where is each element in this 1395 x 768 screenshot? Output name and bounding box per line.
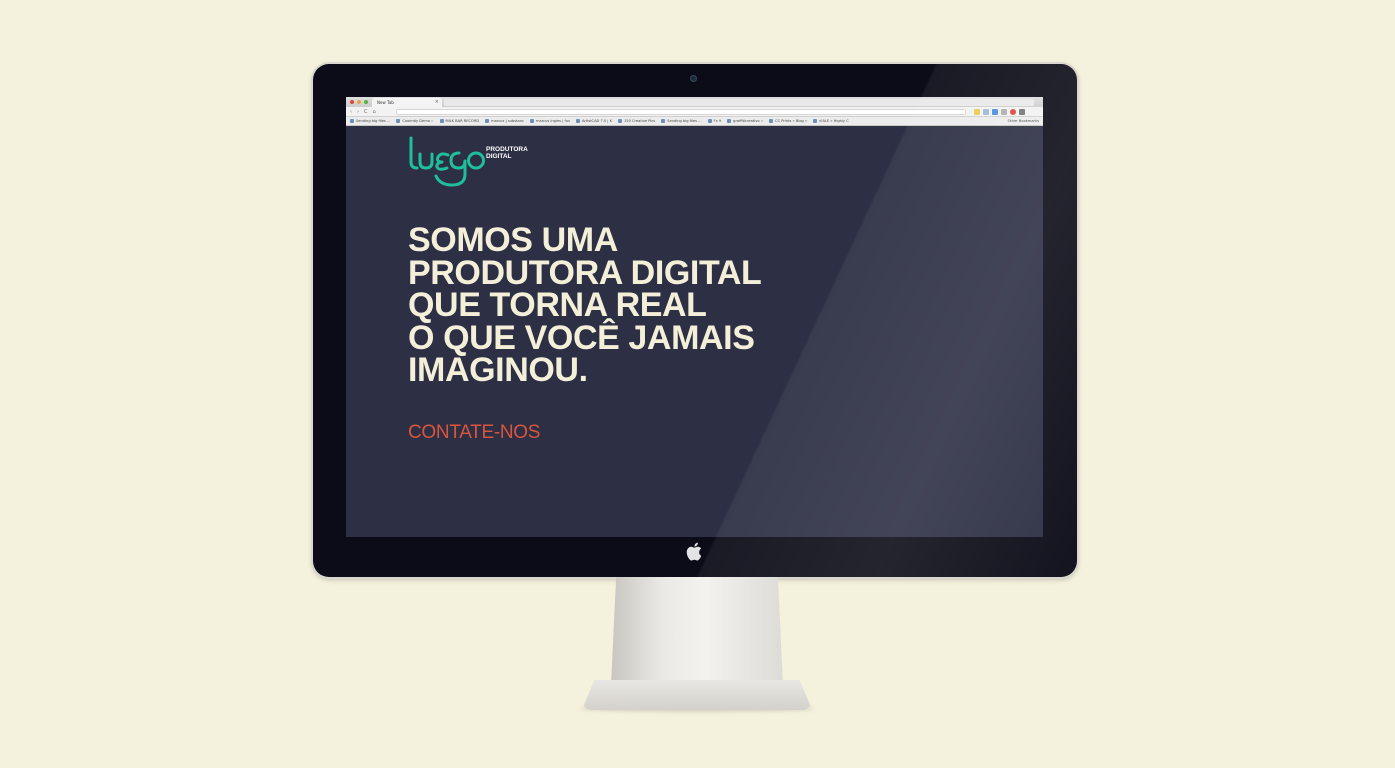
bookmark-icon (530, 119, 535, 123)
bookmark-icon (439, 119, 444, 123)
headline-line: SOMOS UMA (408, 221, 618, 259)
browser-tab-bar: New Tab × (346, 97, 1043, 107)
tab-strip-empty (444, 99, 1034, 106)
bookmark-item[interactable]: ArtistCAD 7.0 | K (575, 119, 612, 123)
headline-line: IMAGINOU. (408, 351, 588, 389)
bookmark-item[interactable]: marcus | substanc (485, 119, 524, 123)
bookmark-item[interactable]: marcus ingles | fus (530, 119, 570, 123)
other-bookmarks[interactable]: Other Bookmarks (1004, 117, 1039, 125)
extension-icon[interactable] (1001, 109, 1007, 115)
bookmark-icon (618, 119, 623, 123)
bookmark-item[interactable]: graffiticreativo :: (727, 119, 763, 123)
apple-logo-icon (685, 542, 703, 562)
headline-line: QUE TORNA REAL (408, 286, 707, 324)
headline-line: O QUE VOCÊ JAMAIS (408, 318, 755, 357)
contact-link[interactable]: CONTATE-NOS (408, 422, 540, 444)
bookmark-icon (575, 119, 580, 123)
address-bar[interactable] (396, 109, 966, 115)
bookmarks-bar: Sending big files ... Coolmäy Demo :: MI… (346, 117, 1043, 126)
home-icon[interactable]: ⌂ (373, 108, 376, 116)
bookmark-icon (396, 119, 401, 123)
bookmark-icon (813, 119, 818, 123)
logo-tagline: PRODUTORA DIGITAL (486, 146, 528, 160)
extension-icon[interactable] (992, 109, 998, 115)
bookmark-item[interactable]: Sending big files ... (350, 119, 390, 123)
extension-icon[interactable] (983, 109, 989, 115)
monitor-stand-base (583, 680, 811, 710)
bookmark-icon (769, 119, 774, 123)
close-window-button[interactable] (350, 100, 354, 104)
forward-icon[interactable]: › (357, 108, 359, 116)
imac-monitor: New Tab × ‹ › C ⌂ Sending big files ... … (313, 64, 1077, 577)
bookmark-item[interactable]: Coolmäy Demo :: (396, 119, 434, 123)
extension-icons (974, 109, 1025, 115)
bookmark-icon (350, 119, 354, 123)
hero-headline: SOMOS UMA PRODUTORA DIGITAL QUE TORNA RE… (408, 221, 808, 389)
bookmark-icon (485, 119, 490, 123)
bookmark-item[interactable]: CC Prints » Blog » (769, 119, 807, 123)
reload-icon[interactable]: C (364, 108, 368, 116)
star-icon[interactable] (974, 109, 980, 115)
browser-toolbar: ‹ › C ⌂ (346, 107, 1043, 117)
headline-line: PRODUTORA DIGITAL (408, 253, 762, 292)
bookmark-item[interactable]: d'ALE » Highly C (813, 119, 849, 123)
bookmark-item[interactable]: MILK BAR RECORD (439, 119, 479, 123)
bookmark-item[interactable]: 150 Creative Pics (618, 119, 655, 123)
back-icon[interactable]: ‹ (350, 108, 352, 116)
tab-close-icon[interactable]: × (435, 98, 439, 107)
zoom-window-button[interactable] (364, 100, 368, 104)
nav-buttons: ‹ › C ⌂ (350, 108, 376, 116)
browser-tab[interactable]: New Tab × (372, 98, 442, 107)
webcam (690, 75, 697, 82)
menu-icon[interactable] (1019, 109, 1025, 115)
monitor-stand-neck (611, 577, 783, 685)
luego-logo[interactable] (408, 136, 486, 188)
minimize-window-button[interactable] (357, 100, 361, 104)
window-controls (350, 100, 368, 104)
bookmark-icon (707, 119, 712, 123)
extension-icon[interactable] (1010, 109, 1016, 115)
bookmark-item[interactable]: Fx 9 (707, 119, 721, 123)
bookmark-item[interactable]: Sending big files ... (661, 119, 702, 123)
screen: New Tab × ‹ › C ⌂ Sending big files ... … (346, 97, 1043, 537)
bookmark-icon (661, 119, 666, 123)
tab-title: New Tab (377, 100, 394, 105)
bookmark-icon (727, 119, 732, 123)
web-page: PRODUTORA DIGITAL SOMOS UMA PRODUTORA DI… (346, 126, 1043, 537)
